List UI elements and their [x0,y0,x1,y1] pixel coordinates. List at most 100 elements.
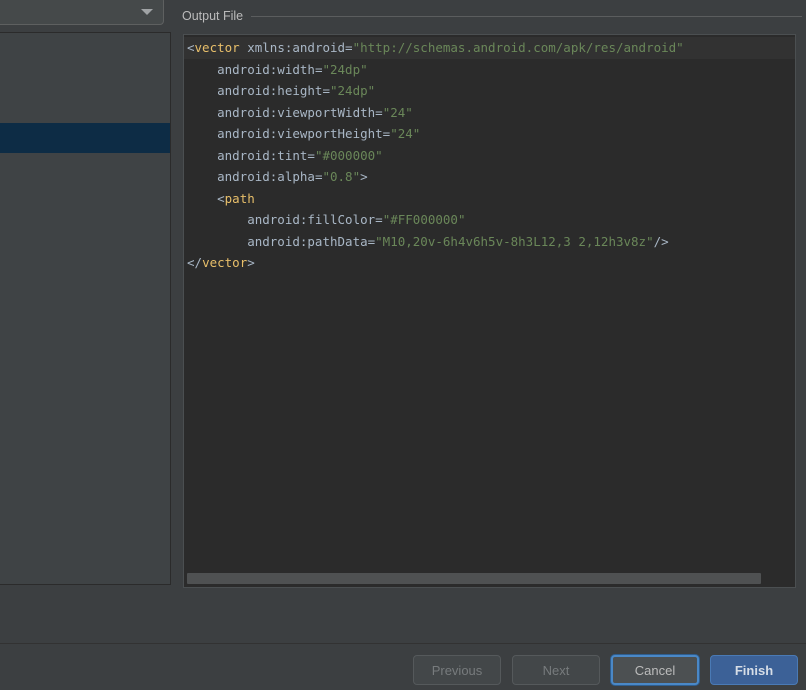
previous-button-label: Previous [431,662,483,678]
list-item-label [0,423,170,430]
code-token-str: "0.8" [322,169,361,184]
code-line: android:fillColor="#FF000000" [184,209,795,231]
list-item[interactable] [0,363,170,393]
list-item-label [0,243,170,250]
code-token-punc: > [247,255,255,270]
list-item-label [0,303,170,310]
code-line: </vector> [184,252,795,274]
asset-type-combobox-wrapper [0,0,166,28]
list-item[interactable] [0,33,170,63]
list-item-label [0,93,170,100]
list-item-label [0,183,170,190]
cancel-button[interactable]: Cancel [611,655,699,685]
code-line: <vector xmlns:android="http://schemas.an… [184,37,795,59]
list-item[interactable] [0,513,170,543]
code-token-attr: android:pathData [187,233,368,249]
list-item[interactable] [0,183,170,213]
code-token-punc: < [187,190,225,206]
list-item[interactable] [0,543,170,573]
list-item-label [0,213,170,220]
list-item-label [0,273,170,280]
code-token-eq: = [345,40,353,55]
code-line: android:viewportHeight="24" [184,123,795,145]
code-token-str: "24dp" [330,83,376,98]
code-token-tag: vector [194,40,240,55]
editor-horizontal-scrollbar-thumb[interactable] [187,573,761,584]
list-item[interactable] [0,393,170,423]
section-title: Output File [182,9,244,23]
code-token-punc: /> [653,233,669,249]
list-item-label [0,153,170,160]
code-line: android:pathData="M10,20v-6h4v6h5v-8h3L1… [184,231,795,253]
code-token-attr: android:alpha [187,169,315,184]
next-button-label: Next [542,662,570,678]
code-token-str: "#FF000000" [382,212,466,227]
code-token-punc: > [360,169,368,184]
list-item[interactable] [0,63,170,93]
left-panel [0,0,172,620]
code-token-attr: android:width [187,61,315,77]
code-token-tag: path [224,190,255,206]
list-item-label [0,333,170,340]
list-item-label [0,513,170,520]
cancel-button-label: Cancel [634,662,676,678]
output-file-section-header: Output File [182,6,802,26]
code-line: android:viewportWidth="24" [184,102,795,124]
list-item[interactable] [0,153,170,183]
previous-button: Previous [413,655,501,685]
finish-button-label: Finish [734,662,774,678]
code-token-eq: = [322,83,330,98]
code-token-attr: android:height [187,83,323,98]
list-item-label [0,543,170,550]
code-token-attr: android:viewportHeight [187,126,383,141]
list-item-label [0,483,170,490]
output-file-panel: Output File <vector xmlns:android="http:… [178,0,806,620]
dialog-button-bar: Previous Next Cancel Finish [0,644,806,690]
code-token-punc: </ [187,255,203,270]
list-item[interactable] [0,303,170,333]
code-line: android:height="24dp" [184,80,795,102]
chevron-down-icon[interactable] [141,9,153,15]
xml-code-editor[interactable]: <vector xmlns:android="http://schemas.an… [183,34,796,588]
code-token-eq: = [307,147,315,163]
code-token-tag: vector [202,255,248,270]
list-item-label [0,453,170,460]
list-item[interactable] [0,273,170,303]
code-token-attr: xmlns:android [239,40,346,55]
section-divider [251,15,802,17]
list-item[interactable] [0,243,170,273]
code-token-str: "24" [390,126,421,141]
list-item-label [0,33,170,40]
next-button: Next [512,655,600,685]
asset-list [0,33,170,573]
code-token-eq: = [375,104,383,120]
code-token-attr: android:fillColor [187,212,376,227]
code-token-str: "24dp" [322,61,368,77]
list-item[interactable] [0,483,170,513]
xml-code-content[interactable]: <vector xmlns:android="http://schemas.an… [184,35,795,569]
list-item-label [0,363,170,370]
wizard-dialog: Output File <vector xmlns:android="http:… [0,0,806,690]
finish-button[interactable]: Finish [710,655,798,685]
asset-list-panel[interactable] [0,32,171,585]
code-line: android:tint="#000000" [184,145,795,167]
editor-horizontal-scrollbar[interactable] [184,569,795,587]
asset-type-combobox[interactable] [0,0,164,25]
code-token-eq: = [375,212,383,227]
list-item[interactable] [0,333,170,363]
list-item[interactable] [0,213,170,243]
code-token-punc: < [187,40,195,55]
list-item[interactable] [0,93,170,123]
list-item[interactable] [0,423,170,453]
code-token-attr: android:tint [187,147,308,163]
list-item-label [0,63,170,70]
list-item[interactable] [0,453,170,483]
button-row: Previous Next Cancel Finish [413,655,798,685]
list-item-label [0,393,170,400]
code-token-str: "24" [382,104,413,120]
code-line: android:width="24dp" [184,59,795,81]
code-token-attr: android:viewportWidth [187,104,376,120]
list-item[interactable] [0,123,170,153]
code-line: <path [184,188,795,210]
code-token-str: "M10,20v-6h4v6h5v-8h3L12,3 2,12h3v8z" [375,233,654,249]
